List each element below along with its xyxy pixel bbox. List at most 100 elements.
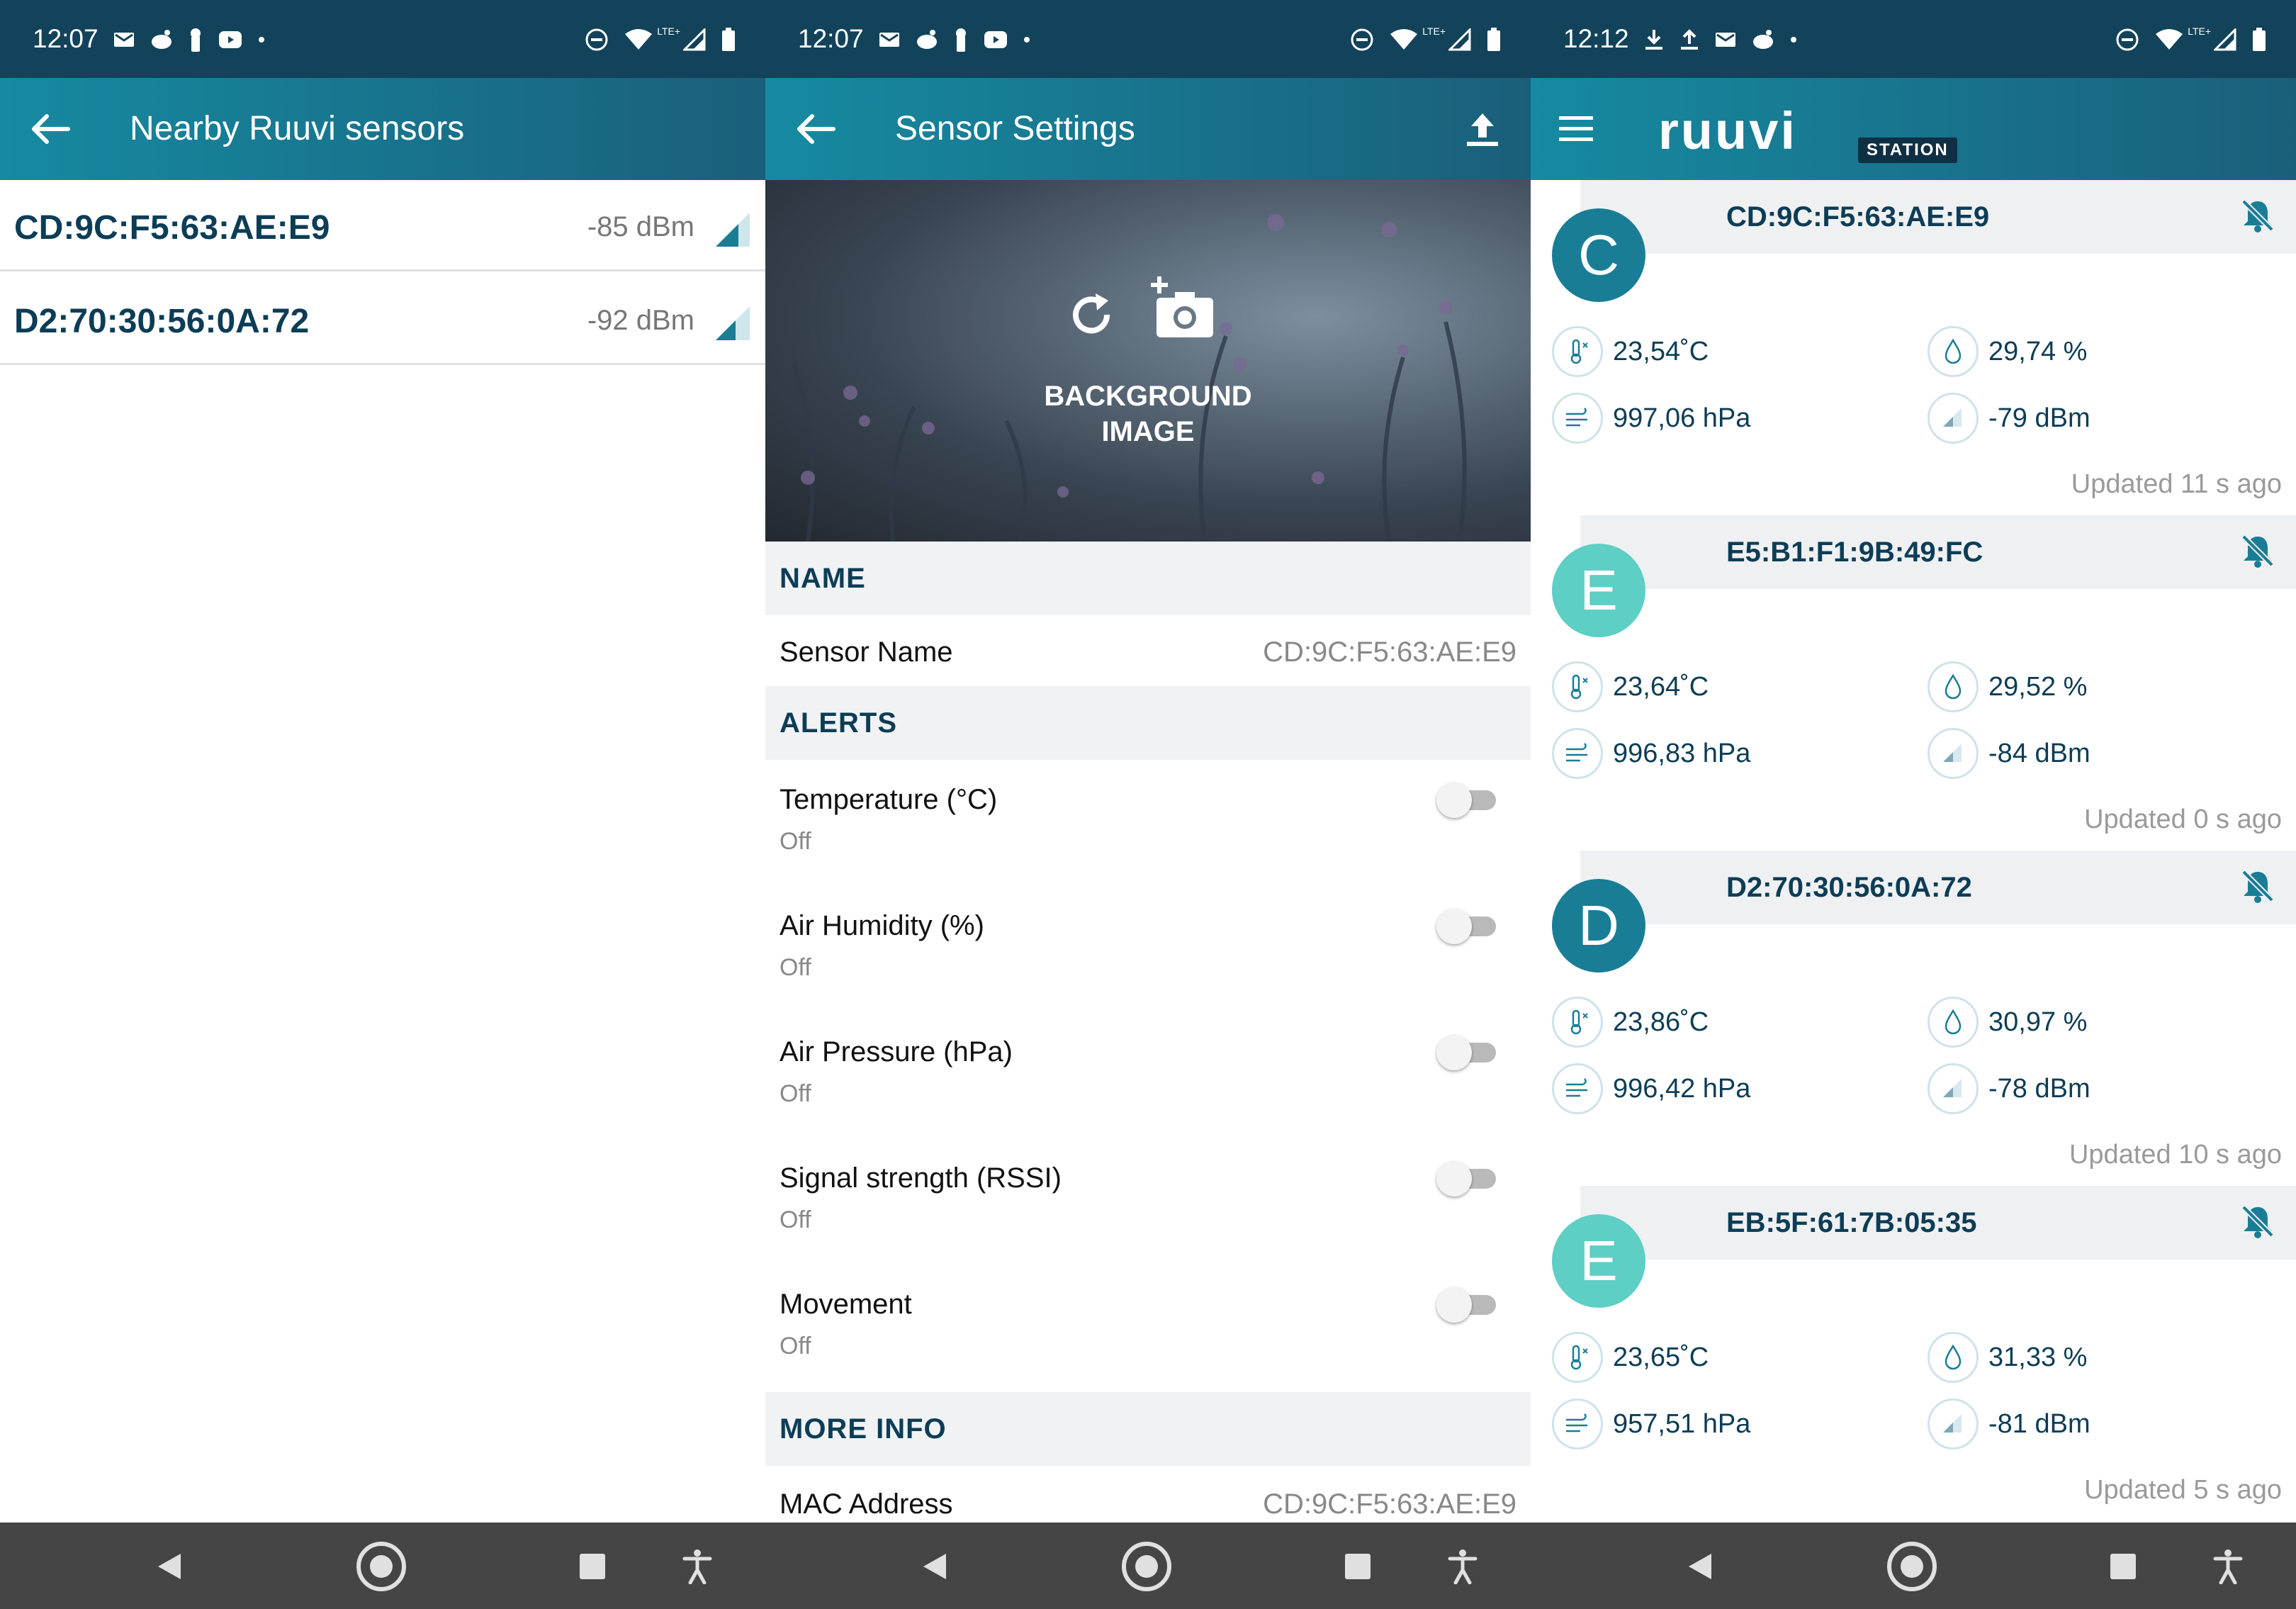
bell-off-icon[interactable] bbox=[2239, 197, 2276, 234]
alert-state: Off bbox=[780, 828, 811, 855]
sensor-card[interactable]: E5:B1:F1:9B:49:FC E 23,64˚C 29,52 % 996,… bbox=[1531, 515, 2296, 850]
section-header-more-info: MORE INFO bbox=[765, 1392, 1531, 1466]
pressure-value: 996,83 hPa bbox=[1613, 738, 1751, 768]
setting-value: CD:9C:F5:63:AE:E9 bbox=[1263, 637, 1516, 668]
alert-toggle[interactable] bbox=[1436, 1157, 1499, 1196]
updated-time: Updated 10 s ago bbox=[2069, 1140, 2282, 1170]
cell-signal-icon bbox=[683, 28, 706, 51]
alert-label: Movement bbox=[780, 1289, 912, 1320]
list-item[interactable]: D2:70:30:56:0A:72 -92 dBm bbox=[0, 274, 765, 365]
alert-row-humidity[interactable]: Air Humidity (%) Off bbox=[765, 886, 1531, 1012]
upload-icon[interactable] bbox=[1461, 108, 1504, 150]
humidity-value: 29,74 % bbox=[1988, 336, 2088, 366]
sensor-card-header: CD:9C:F5:63:AE:E9 bbox=[1580, 180, 2296, 254]
device-rssi: -92 dBm bbox=[587, 305, 694, 336]
alert-toggle[interactable] bbox=[1436, 1031, 1499, 1070]
wifi-icon bbox=[625, 29, 653, 50]
device-rssi: -85 dBm bbox=[587, 211, 694, 242]
back-arrow-icon[interactable] bbox=[26, 108, 77, 150]
signal-strength-icon bbox=[716, 213, 750, 247]
notification-icons bbox=[113, 26, 281, 54]
alert-row-rssi[interactable]: Signal strength (RSSI) Off bbox=[765, 1138, 1531, 1265]
rssi-value: -81 dBm bbox=[1988, 1408, 2090, 1439]
temperature-value: 23,54˚C bbox=[1613, 336, 1709, 366]
alert-state: Off bbox=[780, 954, 811, 981]
nearby-sensors-screen: 12:07 LTE+ Nearby Ruuvi sensors CD:9C:F5… bbox=[0, 0, 765, 1609]
avatar: E bbox=[1552, 544, 1645, 637]
humidity-reading: 30,97 % bbox=[1928, 997, 2087, 1048]
system-nav-bar bbox=[1531, 1523, 2296, 1609]
humidity-reading: 29,52 % bbox=[1928, 661, 2087, 712]
sensor-card-header: EB:5F:61:7B:05:35 bbox=[1580, 1186, 2296, 1260]
keyhole-icon bbox=[956, 28, 966, 52]
nav-accessibility-button[interactable] bbox=[2202, 1541, 2253, 1592]
more-notifications-icon bbox=[1024, 37, 1030, 43]
alert-toggle[interactable] bbox=[1436, 778, 1499, 818]
system-icons: LTE+ bbox=[1334, 26, 1501, 54]
alert-row-movement[interactable]: Movement Off bbox=[765, 1265, 1531, 1391]
sensor-name: E5:B1:F1:9B:49:FC bbox=[1726, 537, 1983, 568]
page-title: Sensor Settings bbox=[895, 110, 1135, 147]
triangle-back-icon bbox=[1689, 1554, 1711, 1579]
nav-back-button[interactable] bbox=[1675, 1541, 1726, 1592]
alert-toggle[interactable] bbox=[1436, 1283, 1499, 1323]
nav-back-button[interactable] bbox=[909, 1541, 960, 1592]
more-notifications-icon bbox=[259, 37, 264, 43]
bell-off-icon[interactable] bbox=[2239, 1203, 2276, 1240]
accessibility-icon bbox=[2213, 1549, 2243, 1584]
status-time: 12:07 bbox=[798, 24, 864, 53]
nav-accessibility-button[interactable] bbox=[672, 1541, 723, 1592]
section-header-alerts: ALERTS bbox=[765, 686, 1531, 760]
background-image-label[interactable]: BACKGROUND IMAGE bbox=[1042, 379, 1254, 449]
mac-address-row: MAC Address CD:9C:F5:63:AE:E9 bbox=[765, 1466, 1531, 1523]
background-image[interactable]: BACKGROUND IMAGE bbox=[765, 180, 1531, 542]
sensor-name-row[interactable]: Sensor Name CD:9C:F5:63:AE:E9 bbox=[765, 615, 1531, 686]
pressure-reading: 996,83 hPa bbox=[1552, 728, 1750, 779]
add-photo-icon[interactable] bbox=[1148, 272, 1219, 343]
app-bar: ruuvi STATION bbox=[1531, 78, 2296, 180]
sensor-card-header: D2:70:30:56:0A:72 bbox=[1580, 851, 2296, 924]
nav-home-button[interactable] bbox=[356, 1541, 407, 1592]
list-item[interactable]: CD:9C:F5:63:AE:E9 -85 dBm bbox=[0, 180, 765, 271]
nav-accessibility-button[interactable] bbox=[1437, 1541, 1488, 1592]
home-circle-icon bbox=[1122, 1542, 1171, 1591]
accessibility-icon bbox=[682, 1549, 712, 1584]
nav-home-button[interactable] bbox=[1121, 1541, 1172, 1592]
rssi-reading: -79 dBm bbox=[1928, 393, 2090, 444]
nav-recents-button[interactable] bbox=[1332, 1541, 1383, 1592]
sensor-card[interactable]: D2:70:30:56:0A:72 D 23,86˚C 30,97 % 996,… bbox=[1531, 851, 2296, 1185]
logo-word: ruuvi bbox=[1658, 101, 1797, 160]
battery-icon bbox=[722, 28, 735, 51]
alert-label: Temperature (°C) bbox=[780, 784, 998, 815]
nav-recents-button[interactable] bbox=[567, 1541, 618, 1592]
sensor-name: EB:5F:61:7B:05:35 bbox=[1726, 1207, 1977, 1238]
device-mac: D2:70:30:56:0A:72 bbox=[14, 303, 310, 340]
mail-icon bbox=[879, 33, 899, 47]
alert-row-pressure[interactable]: Air Pressure (hPa) Off bbox=[765, 1012, 1531, 1138]
alert-toggle[interactable] bbox=[1436, 904, 1499, 944]
pressure-value: 997,06 hPa bbox=[1613, 403, 1751, 433]
bell-off-icon[interactable] bbox=[2239, 532, 2276, 569]
setting-label: MAC Address bbox=[780, 1489, 953, 1520]
ruuvi-station-dashboard: 12:12 LTE+ ruuvi STATION CD:9C:F5:63:AE:… bbox=[1531, 0, 2296, 1609]
nav-recents-button[interactable] bbox=[2098, 1541, 2149, 1592]
wind-icon bbox=[1552, 393, 1603, 444]
sensor-card[interactable]: EB:5F:61:7B:05:35 E 23,65˚C 31,33 % 957,… bbox=[1531, 1186, 2296, 1520]
water-drop-icon bbox=[1928, 326, 1979, 377]
nav-home-button[interactable] bbox=[1886, 1541, 1937, 1592]
signal-strength-icon bbox=[1928, 1398, 1979, 1450]
updated-time: Updated 5 s ago bbox=[2084, 1475, 2282, 1505]
bell-off-icon[interactable] bbox=[2239, 868, 2276, 904]
background-actions: BACKGROUND IMAGE bbox=[1042, 272, 1254, 456]
sensor-card[interactable]: CD:9C:F5:63:AE:E9 C 23,54˚C 29,74 % 997,… bbox=[1531, 180, 2296, 515]
nav-back-button[interactable] bbox=[144, 1541, 195, 1592]
back-arrow-icon[interactable] bbox=[791, 108, 842, 150]
youtube-icon bbox=[984, 31, 1007, 48]
hamburger-menu-icon[interactable] bbox=[1556, 115, 1599, 143]
upload-icon bbox=[1681, 29, 1698, 50]
alert-row-temperature[interactable]: Temperature (°C) Off bbox=[765, 760, 1531, 886]
refresh-icon[interactable] bbox=[1063, 286, 1120, 343]
temperature-reading: 23,86˚C bbox=[1552, 997, 1709, 1048]
wind-icon bbox=[1552, 728, 1603, 779]
notification-icons bbox=[1644, 26, 1813, 54]
